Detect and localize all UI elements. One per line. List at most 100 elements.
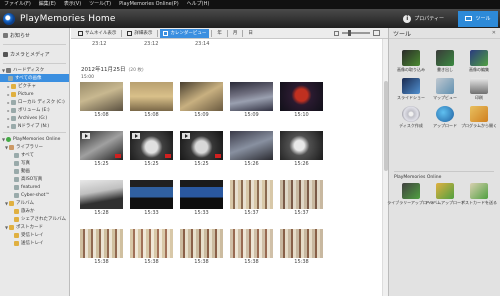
sidebar-album[interactable]: ▼ アルバム xyxy=(0,199,69,207)
sidebar-library-item[interactable]: 写真 xyxy=(0,159,69,167)
sidebar-divider xyxy=(3,63,66,64)
menu-help[interactable]: ヘルプ(H) xyxy=(187,0,210,9)
tool-export[interactable]: 書き出し xyxy=(428,50,462,72)
sidebar-camera[interactable]: カメラとメディア xyxy=(0,47,69,61)
thumbnail[interactable]: 15:10 xyxy=(280,82,323,120)
thumbnail[interactable]: 15:38 xyxy=(230,229,273,267)
thumbnail[interactable]: 15:26 xyxy=(280,131,323,169)
sidebar-album-item[interactable]: 旅みか xyxy=(0,207,69,215)
thumbnail[interactable]: 15:25 xyxy=(130,131,173,169)
sidebar-folder[interactable]: ▸ ローカル ディスク (C:) xyxy=(0,98,69,106)
tool-send-postcard[interactable]: ポストカードを送る xyxy=(461,183,497,205)
tab-year[interactable]: 年 xyxy=(214,29,225,38)
menu-tools[interactable]: ツール(T) xyxy=(89,0,111,9)
sidebar-folder[interactable]: ▸ ピクチャ xyxy=(0,82,69,90)
tool-library-upload[interactable]: ライブラリーアップロード xyxy=(387,183,435,205)
thumbnail-time: 15:26 xyxy=(244,161,259,167)
thumbnail[interactable]: 15:38 xyxy=(80,229,123,267)
menu-view[interactable]: 表示(V) xyxy=(64,0,81,9)
thumbnail[interactable]: 15:26 xyxy=(230,131,273,169)
sidebar-folder[interactable]: ▸ Archives (G:) xyxy=(0,114,69,122)
app-title: PlayMemories Home xyxy=(20,13,116,24)
sidebar-library-item[interactable]: 高ISO写真 xyxy=(0,175,69,183)
zoom-out-icon[interactable] xyxy=(334,30,339,36)
zoom-slider-knob[interactable] xyxy=(348,30,351,36)
sidebar-album-item[interactable]: シェアされたアルバム xyxy=(0,215,69,223)
sidebar-folder[interactable]: ▸ Nドライブ (N:) xyxy=(0,122,69,130)
sidebar-folder[interactable]: ▸ Picture xyxy=(0,90,69,98)
sidebar-library-item[interactable]: Cyber-shot™ xyxy=(0,191,69,199)
sidebar-library[interactable]: ▼ ライブラリー xyxy=(0,143,69,151)
sidebar-library-item[interactable]: すべて xyxy=(0,151,69,159)
menu-file[interactable]: ファイル(F) xyxy=(4,0,31,9)
thumbnail[interactable]: 15:38 xyxy=(180,229,223,267)
images-icon xyxy=(8,75,13,81)
sidebar-library-item[interactable]: 動画 xyxy=(0,167,69,175)
tab-month-label: 月 xyxy=(232,31,238,36)
menu-bar: ファイル(F) 編集(E) 表示(V) ツール(T) PlayMemories … xyxy=(0,0,500,9)
tool-slideshow[interactable]: スライドショー xyxy=(394,78,428,100)
thumbnail[interactable]: 15:38 xyxy=(280,229,323,267)
sidebar-item-all-images[interactable]: すべての画像 xyxy=(0,74,69,82)
drive-icon xyxy=(11,115,16,121)
thumbnail[interactable]: 15:09 xyxy=(230,82,273,120)
tab-month[interactable]: 月 xyxy=(230,29,241,38)
properties-button[interactable]: i プロパティー xyxy=(403,14,444,23)
printer-icon xyxy=(470,78,488,94)
calendar-icon xyxy=(163,30,169,36)
thumbnail[interactable]: 15:25 xyxy=(180,131,223,169)
import-icon xyxy=(402,50,420,66)
tab-thumbnail[interactable]: サムネイル表示 xyxy=(75,29,119,38)
online-icon xyxy=(6,136,11,142)
menu-edit[interactable]: 編集(E) xyxy=(39,0,56,9)
sidebar-postcard-item[interactable]: 送信トレイ xyxy=(0,239,69,247)
sidebar-folder[interactable]: ▸ ボリューム (E:) xyxy=(0,106,69,114)
sidebar-hard-disk[interactable]: ▼ ハードディスク xyxy=(0,66,69,74)
sidebar-postcard-item[interactable]: 受信トレイ xyxy=(0,231,69,239)
tool-album-upload[interactable]: アルバムアップロード xyxy=(425,183,465,205)
tool-upload[interactable]: アップロード xyxy=(428,106,462,128)
zoom-slider[interactable] xyxy=(342,30,370,36)
tool-import[interactable]: 画像の取り込み xyxy=(394,50,428,72)
close-icon[interactable]: ✕ xyxy=(492,30,496,36)
thumbnail-time: 15:26 xyxy=(294,161,309,167)
thumbnail[interactable]: 15:08 xyxy=(130,82,173,120)
thumbnail[interactable]: 15:28 xyxy=(80,180,123,218)
thumbnail[interactable]: 15:25 xyxy=(80,131,123,169)
sidebar-postcard[interactable]: ▼ ポストカード xyxy=(0,223,69,231)
edit-image-icon xyxy=(470,50,488,66)
thumbnail[interactable]: 15:33 xyxy=(130,180,173,218)
thumbnail[interactable]: 15:37 xyxy=(230,180,273,218)
library-item-label: 写真 xyxy=(21,161,30,166)
thumbnail[interactable]: 15:38 xyxy=(130,229,173,267)
library-item-label: featured xyxy=(21,184,41,190)
tool-disc[interactable]: ディスク作成 xyxy=(394,106,428,128)
sidebar-library-item[interactable]: featured xyxy=(0,183,69,191)
thumbnail[interactable]: 15:33 xyxy=(180,180,223,218)
video-play-icon xyxy=(132,133,140,139)
thumbnail[interactable]: 15:37 xyxy=(280,180,323,218)
thumbnail-row: 15:28 15:33 15:33 15:37 15:37 xyxy=(80,180,323,218)
album-icon xyxy=(9,200,14,206)
sidebar-online[interactable]: ▼ PlayMemories Online xyxy=(0,135,69,143)
photo-image xyxy=(180,82,223,111)
open-program-icon xyxy=(470,106,488,122)
thumbnail-time: 15:38 xyxy=(94,259,109,265)
sidebar-notifications[interactable]: お知らせ xyxy=(0,28,69,42)
export-icon xyxy=(436,50,454,66)
thumbnail-time: 15:09 xyxy=(194,112,209,118)
thumbnail[interactable]: 15:08 xyxy=(80,82,123,120)
tab-day[interactable]: 日 xyxy=(245,29,256,38)
zoom-in-icon[interactable] xyxy=(373,30,380,36)
tool-map-view[interactable]: マップビュー xyxy=(428,78,462,100)
tab-detail[interactable]: 詳細表示 xyxy=(124,29,155,38)
thumbnail[interactable]: 15:09 xyxy=(180,82,223,120)
online-section-header: PlayMemories Online xyxy=(394,171,494,180)
tools-toggle-button[interactable]: ツール xyxy=(458,10,498,27)
info-icon: i xyxy=(403,14,412,23)
tool-edit[interactable]: 画像の編集 xyxy=(462,50,496,72)
tool-open-with[interactable]: プログラムから開く xyxy=(461,106,497,128)
tool-print[interactable]: 印刷 xyxy=(462,78,496,100)
menu-online[interactable]: PlayMemories Online(P) xyxy=(119,0,179,9)
tab-calendar[interactable]: カレンダービュー xyxy=(160,28,210,38)
